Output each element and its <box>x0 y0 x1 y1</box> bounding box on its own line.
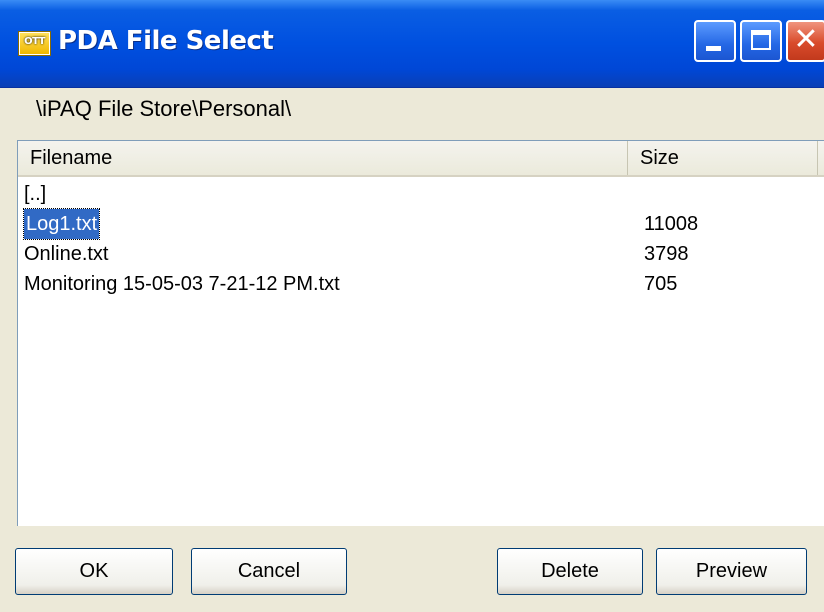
file-size: 705 <box>644 273 678 295</box>
minimize-icon <box>706 46 721 51</box>
cancel-button[interactable]: Cancel <box>191 548 347 595</box>
file-size: 11008 <box>644 213 699 235</box>
delete-button[interactable]: Delete <box>497 548 643 595</box>
file-name: [..] <box>24 183 47 205</box>
list-item[interactable]: Monitoring 15-05-03 7-21-12 PM.txt 705 <box>18 269 824 299</box>
file-name: Log1.txt <box>22 208 101 240</box>
pda-file-select-window: OTT PDA File Select ✕ \iPAQ File Store\P… <box>0 0 824 612</box>
title-bar[interactable]: OTT PDA File Select ✕ <box>0 0 824 88</box>
window-title: PDA File Select <box>58 26 274 56</box>
close-icon: ✕ <box>793 22 819 57</box>
file-name: Monitoring 15-05-03 7-21-12 PM.txt <box>24 273 340 295</box>
column-header-filename[interactable]: Filename <box>18 141 628 175</box>
list-item-parent-dir[interactable]: [..] <box>18 179 824 209</box>
ok-button[interactable]: OK <box>15 548 173 595</box>
list-header: Filename Size <box>18 141 824 177</box>
file-list[interactable]: Filename Size [..] Log1.txt 11008 Online… <box>17 140 824 526</box>
list-item[interactable]: Log1.txt 11008 <box>18 208 824 240</box>
current-path: \iPAQ File Store\Personal\ <box>36 96 292 121</box>
column-header-size[interactable]: Size <box>628 141 818 175</box>
file-rows: [..] Log1.txt 11008 Online.txt 3798 Moni… <box>18 179 824 299</box>
app-icon: OTT <box>18 31 51 56</box>
minimize-button[interactable] <box>694 20 736 62</box>
maximize-button[interactable] <box>740 20 782 62</box>
close-button[interactable]: ✕ <box>786 20 824 62</box>
preview-button[interactable]: Preview <box>656 548 807 595</box>
file-name: Online.txt <box>24 243 109 265</box>
maximize-icon <box>751 30 771 50</box>
file-size: 3798 <box>644 243 689 265</box>
list-item[interactable]: Online.txt 3798 <box>18 239 824 269</box>
app-icon-text: OTT <box>24 36 45 47</box>
